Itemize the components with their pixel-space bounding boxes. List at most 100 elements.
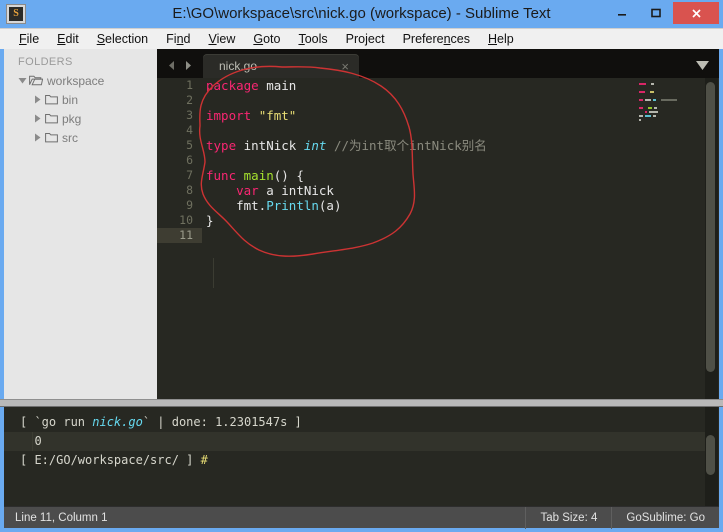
folder-tree-item-bin[interactable]: bin [4, 90, 157, 109]
tab-close-icon[interactable]: × [341, 60, 349, 73]
code-token: main [266, 78, 297, 93]
arrow-left-icon[interactable] [166, 60, 177, 71]
code-token: int [303, 138, 327, 153]
line-number: 11 [157, 228, 202, 243]
maximize-button[interactable] [639, 2, 673, 24]
editor-scrollbar-track[interactable] [705, 78, 718, 399]
code-token: Println [266, 198, 319, 213]
menu-item-project[interactable]: Project [337, 29, 394, 49]
chevron-right-icon[interactable] [31, 114, 43, 123]
line-number: 2 [186, 93, 193, 107]
minimap-token [653, 115, 657, 117]
menu-item-goto[interactable]: Goto [244, 29, 289, 49]
code-minimap[interactable] [633, 78, 705, 399]
minimap-token [639, 119, 641, 121]
tab-strip: nick.go × [203, 49, 359, 78]
arrow-right-icon[interactable] [183, 60, 194, 71]
menu-item-help[interactable]: Help [479, 29, 523, 49]
line-number-gutter: 1 2 3 4 5 6 7 8 9 10 11 [157, 78, 202, 399]
console-line: [ E:/GO/workspace/src/ ] # [4, 451, 705, 470]
menu-item-edit[interactable]: Edit [48, 29, 88, 49]
status-tab-size[interactable]: Tab Size: 4 [525, 506, 611, 529]
folder-tree-item-workspace[interactable]: workspace [4, 71, 157, 90]
minimize-button[interactable] [605, 2, 639, 24]
folder-tree: workspace bin pkg src [4, 71, 157, 147]
code-token: func [206, 168, 237, 183]
chevron-right-icon[interactable] [31, 133, 43, 142]
console-scrollbar-track[interactable] [705, 407, 718, 506]
folder-tree-item-src[interactable]: src [4, 128, 157, 147]
minimap-token [661, 99, 678, 101]
minimap-token [639, 91, 645, 93]
minimap-token [644, 115, 652, 117]
editor-column: nick.go × 1 2 3 4 5 6 7 8 9 10 11 package main impo… [157, 49, 719, 399]
line-number: 8 [186, 183, 193, 197]
console-token: [ `go run [20, 415, 93, 429]
folder-tree-item-pkg[interactable]: pkg [4, 109, 157, 128]
menu-item-file[interactable]: File [10, 29, 48, 49]
line-number: 4 [186, 123, 193, 137]
editor-tab[interactable]: nick.go × [203, 54, 359, 78]
code-editor[interactable]: 1 2 3 4 5 6 7 8 9 10 11 package main import "fmt" … [157, 78, 719, 399]
code-token: } [206, 213, 214, 228]
console-token: 0 [20, 434, 42, 448]
chevron-down-icon[interactable] [16, 76, 28, 85]
menu-item-find[interactable]: Find [157, 29, 199, 49]
menu-bar: File Edit Selection Find View Goto Tools… [0, 28, 723, 49]
console-token: nick.go [92, 415, 143, 429]
folder-tree-item-label: pkg [62, 111, 82, 126]
title-bar: S E:\GO\workspace\src\nick.go (workspace… [0, 0, 723, 28]
line-number: 3 [186, 108, 193, 122]
menu-item-tools[interactable]: Tools [289, 29, 336, 49]
console-output[interactable]: [ `go run nick.go` | done: 1.2301547s ] … [4, 407, 705, 506]
minimap-token [653, 107, 658, 109]
status-cursor-position: Line 11, Column 1 [15, 511, 108, 524]
minimap-token [650, 83, 655, 85]
console-token: # [200, 453, 208, 467]
minimap-token [639, 99, 643, 101]
console-token: [ E:/GO/workspace/src/ ] [20, 453, 201, 467]
menu-item-view[interactable]: View [199, 29, 244, 49]
console-line: 0 [4, 432, 705, 451]
menu-item-preferences[interactable]: Preferences [394, 29, 479, 49]
line-number: 9 [186, 198, 193, 212]
close-button[interactable] [673, 2, 719, 24]
code-token: fmt. [206, 198, 267, 213]
tab-nav-arrows [157, 60, 203, 78]
minimap-token [639, 83, 646, 85]
sublime-text-window: S E:\GO\workspace\src\nick.go (workspace… [0, 0, 723, 532]
status-syntax[interactable]: GoSublime: Go [611, 506, 719, 529]
line-number: 10 [179, 213, 193, 227]
editor-scrollbar-thumb[interactable] [706, 82, 715, 372]
console-token: ` | done: 1.2301547s ] [142, 415, 302, 429]
folder-icon [43, 132, 59, 143]
minimap-token [647, 107, 652, 109]
minimap-token [649, 91, 655, 93]
chevron-down-icon[interactable] [696, 61, 709, 70]
line-number: 1 [186, 78, 193, 92]
main-body: FOLDERS workspace bin pkg src nick.go × [0, 49, 723, 399]
code-token: package [206, 78, 259, 93]
folder-icon [43, 94, 59, 105]
sidebar-header: FOLDERS [18, 56, 73, 68]
code-token: main [243, 168, 274, 183]
minimap-token [639, 115, 643, 117]
line-number: 5 [186, 138, 193, 152]
menu-item-selection[interactable]: Selection [88, 29, 157, 49]
minimap-token [649, 111, 658, 113]
tab-bar: nick.go × [157, 49, 719, 78]
folder-tree-item-label: src [62, 130, 78, 145]
console-indent-guide [32, 432, 33, 451]
folder-open-icon [28, 75, 44, 86]
console-scrollbar-thumb[interactable] [706, 435, 715, 475]
folder-tree-item-label: bin [62, 92, 79, 107]
chevron-right-icon[interactable] [31, 95, 43, 104]
minimize-icon [618, 14, 626, 16]
sidebar: FOLDERS workspace bin pkg src [4, 49, 157, 399]
panel-splitter[interactable] [0, 399, 723, 407]
close-icon [691, 8, 701, 18]
